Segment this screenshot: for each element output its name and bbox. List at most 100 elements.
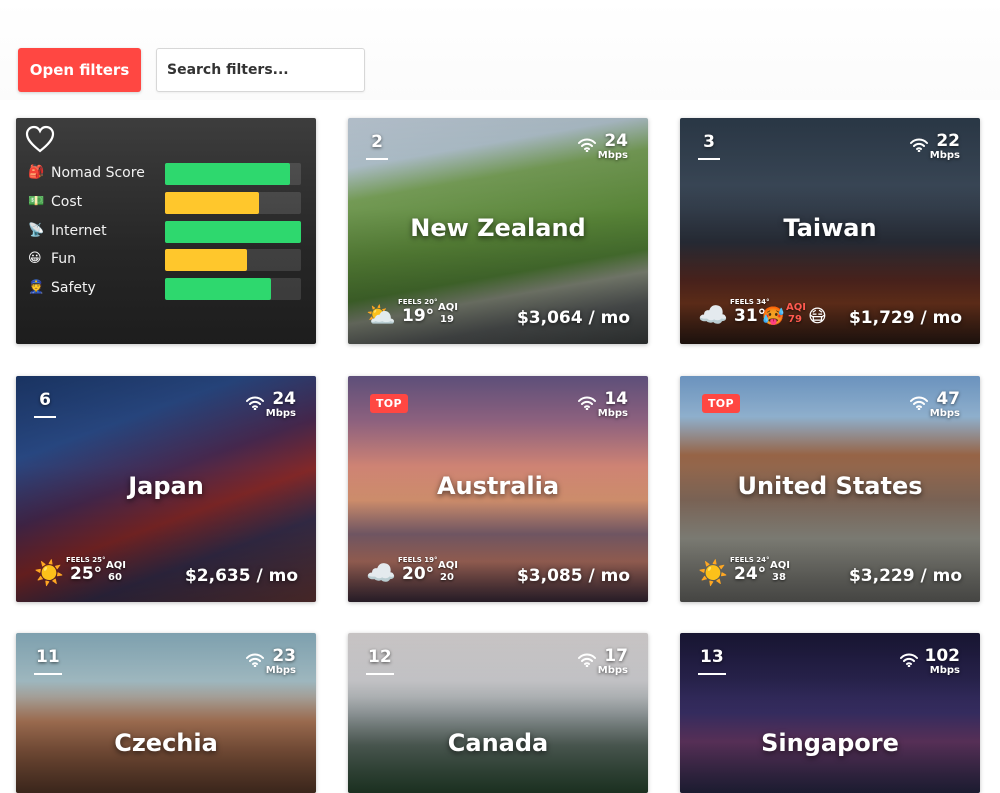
heart-icon[interactable] <box>25 125 55 153</box>
internet-speed: 24 Mbps <box>265 389 296 419</box>
aqi-label: AQI <box>786 302 806 313</box>
aqi-value: 79 <box>788 314 802 325</box>
metric-nomad-score: 🎒 Nomad Score <box>28 163 304 185</box>
money-icon: 💵 <box>28 194 45 209</box>
monthly-cost: $1,729 / mo <box>848 308 962 328</box>
metric-label: Cost <box>51 194 83 210</box>
aqi-value: 19 <box>440 314 454 325</box>
metric-bar-fill <box>165 249 247 271</box>
feels-like: FEELS 34° <box>730 298 770 306</box>
wifi-icon <box>910 138 928 152</box>
wifi-icon <box>578 396 596 410</box>
city-card-united-states[interactable]: TOP 47 Mbps United States ☀️ FEELS 24° 24… <box>680 376 980 602</box>
open-filters-button[interactable]: Open filters <box>18 48 141 92</box>
internet-speed: 14 Mbps <box>597 389 628 419</box>
cloud-icon: ☁️ <box>366 559 396 587</box>
city-card-new-zealand[interactable]: 2 24 Mbps New Zealand ⛅ FEELS 20° 19° AQI… <box>348 118 648 344</box>
rank-label: 3 <box>698 132 720 160</box>
metric-label: Safety <box>51 280 96 296</box>
city-name: United States <box>737 472 923 500</box>
city-card-czechia[interactable]: 11 23 Mbps Czechia <box>16 633 316 793</box>
hot-face-icon: 🥵 <box>762 306 785 327</box>
wifi-icon <box>910 396 928 410</box>
city-name: Czechia <box>114 729 218 757</box>
aqi-label: AQI <box>106 560 126 571</box>
rank-label: 11 <box>34 647 62 675</box>
rank-label: 2 <box>366 132 388 160</box>
score-card[interactable]: 🎒 Nomad Score 💵 Cost 📡 Internet 😀 Fun 👮 … <box>16 118 316 344</box>
police-icon: 👮 <box>28 280 45 295</box>
city-card-japan[interactable]: 6 24 Mbps Japan ☀️ FEELS 25° 25° AQI 60 $… <box>16 376 316 602</box>
city-card-canada[interactable]: 12 17 Mbps Canada <box>348 633 648 793</box>
top-bar <box>0 0 1000 100</box>
internet-speed: 17 Mbps <box>597 646 628 676</box>
monthly-cost: $2,635 / mo <box>184 566 298 586</box>
city-name: New Zealand <box>410 214 586 242</box>
temperature: 20° <box>402 564 435 584</box>
feels-like: FEELS 19° <box>398 556 438 564</box>
metric-bar-fill <box>165 192 259 214</box>
city-name: Taiwan <box>783 214 877 242</box>
temperature: 25° <box>70 564 103 584</box>
aqi-label: AQI <box>438 560 458 571</box>
aqi-label: AQI <box>770 560 790 571</box>
aqi-value: 38 <box>772 572 786 583</box>
partly-sunny-icon: ⛅ <box>366 301 396 329</box>
metric-bar-fill <box>165 221 301 243</box>
city-name: Japan <box>128 472 204 500</box>
wifi-icon <box>246 653 264 667</box>
feels-like: FEELS 20° <box>398 298 438 306</box>
metric-label: Fun <box>51 251 77 267</box>
metric-bar-fill <box>165 278 272 300</box>
wifi-icon <box>246 396 264 410</box>
mask-face-icon: 😷 <box>808 306 827 327</box>
feels-like: FEELS 24° <box>730 556 770 564</box>
city-card-taiwan[interactable]: 3 22 Mbps Taiwan ☁️ FEELS 34° 31° AQI 79 … <box>680 118 980 344</box>
smile-icon: 😀 <box>28 251 42 266</box>
temperature: 24° <box>734 564 767 584</box>
sun-icon: ☀️ <box>34 559 64 587</box>
city-name: Singapore <box>761 729 899 757</box>
aqi-value: 60 <box>108 572 122 583</box>
internet-speed: 23 Mbps <box>265 646 296 676</box>
metric-bar-track <box>165 221 301 243</box>
top-badge: TOP <box>370 394 408 413</box>
wifi-icon <box>578 138 596 152</box>
rank-label: 13 <box>698 647 726 675</box>
wifi-icon <box>578 653 596 667</box>
feels-like: FEELS 25° <box>66 556 106 564</box>
rank-label: 12 <box>366 647 394 675</box>
metric-safety: 👮 Safety <box>28 278 304 300</box>
search-filters-input[interactable] <box>156 48 365 92</box>
backpack-icon: 🎒 <box>28 165 45 180</box>
metric-cost: 💵 Cost <box>28 192 304 214</box>
metric-bar-track <box>165 278 301 300</box>
temperature: 19° <box>402 306 435 326</box>
internet-speed: 102 Mbps <box>924 646 961 676</box>
city-card-australia[interactable]: TOP 14 Mbps Australia ☁️ FEELS 19° 20° AQ… <box>348 376 648 602</box>
sun-icon: ☀️ <box>698 559 728 587</box>
internet-speed: 24 Mbps <box>597 131 628 161</box>
metric-bar-fill <box>165 163 291 185</box>
aqi-value: 20 <box>440 572 454 583</box>
city-name: Australia <box>436 472 560 500</box>
internet-speed: 22 Mbps <box>929 131 960 161</box>
top-badge: TOP <box>702 394 740 413</box>
metric-bar-track <box>165 249 301 271</box>
metric-bar-track <box>165 192 301 214</box>
metric-bar-track <box>165 163 301 185</box>
metric-label: Nomad Score <box>51 165 145 181</box>
monthly-cost: $3,064 / mo <box>516 308 630 328</box>
metric-label: Internet <box>51 223 107 239</box>
metric-fun: 😀 Fun <box>28 249 304 271</box>
city-name: Canada <box>447 729 549 757</box>
satellite-icon: 📡 <box>28 223 45 238</box>
rank-label: 6 <box>34 390 56 418</box>
monthly-cost: $3,085 / mo <box>516 566 630 586</box>
cloud-icon: ☁️ <box>698 301 728 329</box>
city-card-singapore[interactable]: 13 102 Mbps Singapore <box>680 633 980 793</box>
metric-internet: 📡 Internet <box>28 221 304 243</box>
wifi-icon <box>900 653 918 667</box>
monthly-cost: $3,229 / mo <box>848 566 962 586</box>
aqi-label: AQI <box>438 302 458 313</box>
